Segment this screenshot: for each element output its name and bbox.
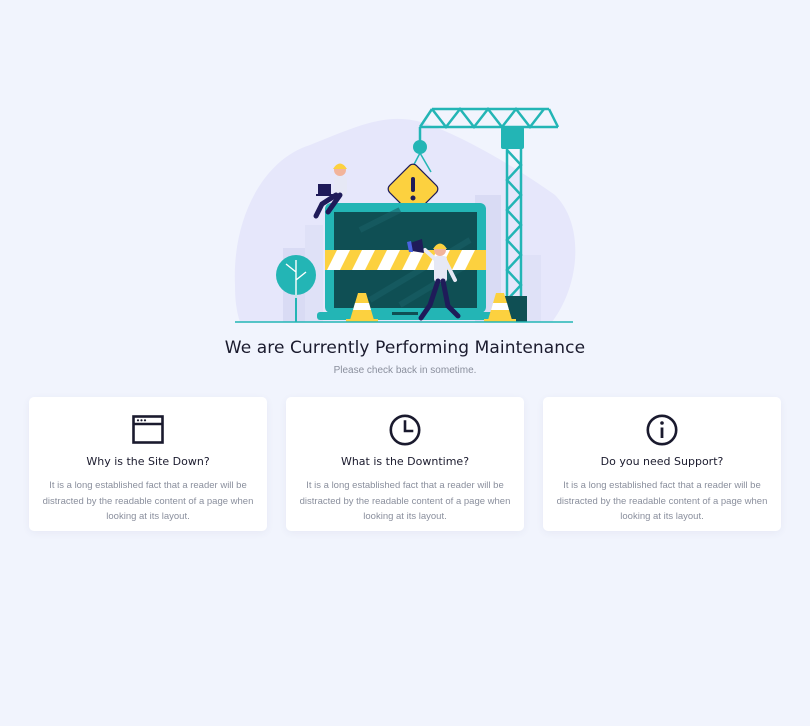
card-support: Do you need Support? It is a long establ… (543, 397, 781, 531)
card-site-down: Why is the Site Down? It is a long estab… (29, 397, 267, 531)
info-icon (646, 414, 678, 446)
card-title: Do you need Support? (600, 455, 724, 468)
maintenance-illustration (0, 100, 810, 330)
construction-scene-graphic (234, 106, 576, 323)
card-downtime: What is the Downtime? It is a long estab… (286, 397, 524, 531)
card-text: It is a long established fact that a rea… (42, 480, 254, 522)
card-title: What is the Downtime? (340, 455, 470, 468)
page-title: We are Currently Performing Maintenance (224, 338, 586, 358)
info-cards: Why is the Site Down? It is a long estab… (29, 397, 781, 531)
page-subtitle: Please check back in sometime. (333, 365, 477, 376)
card-title: Why is the Site Down? (86, 455, 210, 468)
card-text: It is a long established fact that a rea… (299, 480, 511, 522)
clock-icon (389, 414, 421, 446)
card-text: It is a long established fact that a rea… (556, 480, 768, 522)
browser-window-icon (132, 415, 164, 444)
